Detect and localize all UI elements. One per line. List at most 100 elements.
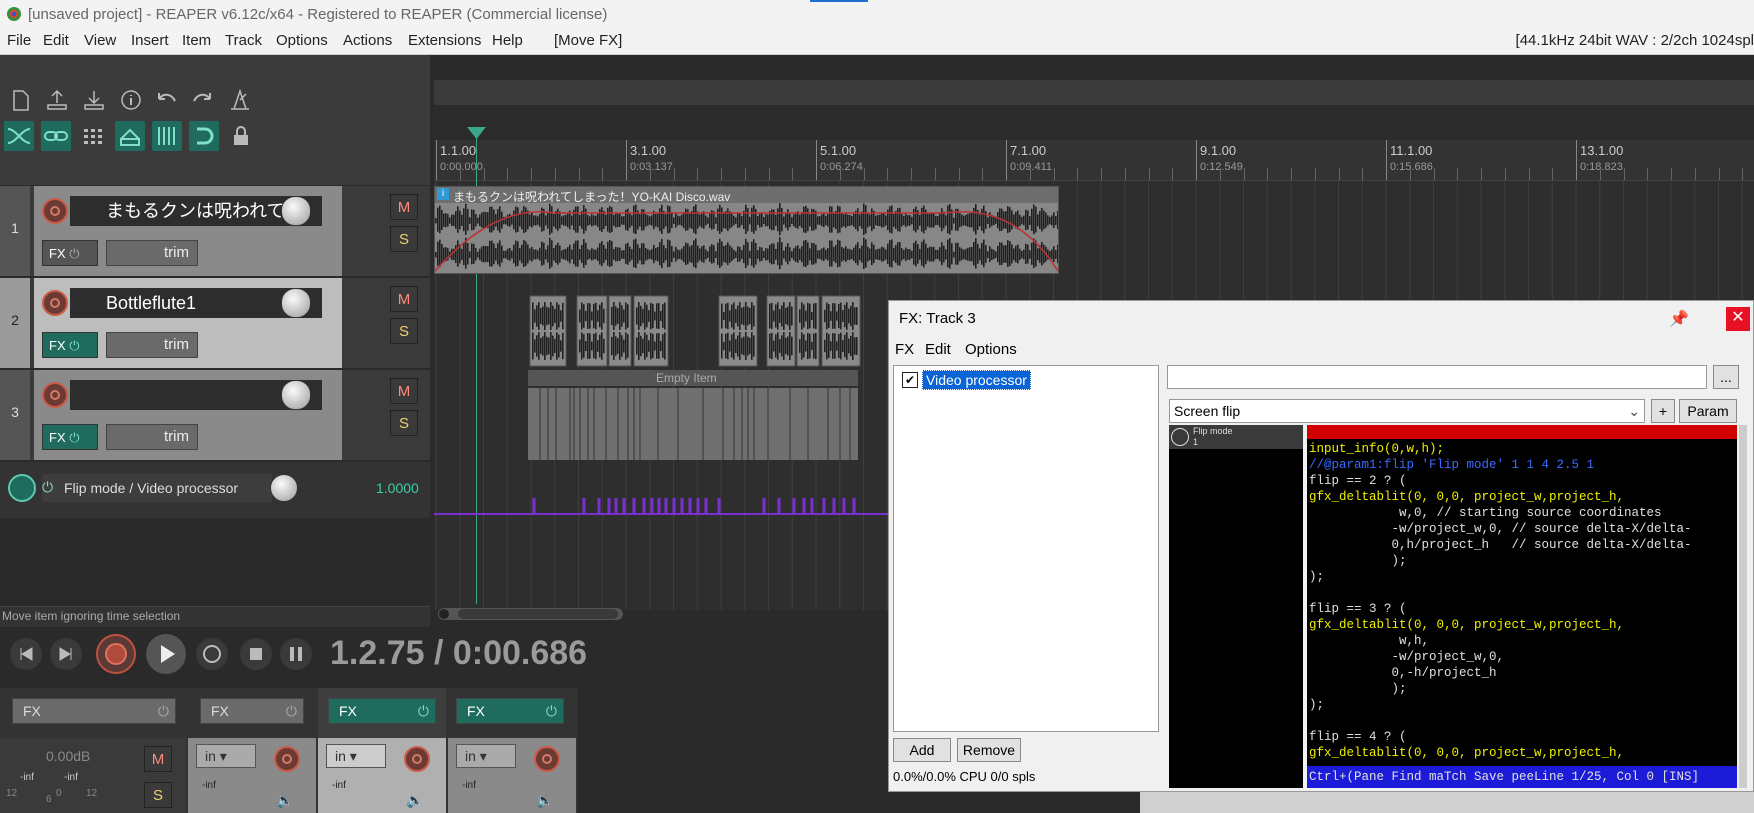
automation-mode-button[interactable]: trim <box>106 424 198 450</box>
volume-knob[interactable] <box>281 288 311 318</box>
metronome-icon[interactable] <box>225 85 255 115</box>
strip-3-fx-button[interactable]: FX ⏻ <box>456 698 564 724</box>
fx-chain-list[interactable]: ✔ Video processor <box>893 365 1159 732</box>
track-number[interactable]: 1 <box>0 186 30 276</box>
scrollbar-thumb[interactable] <box>458 609 618 619</box>
undo-icon[interactable] <box>151 85 181 115</box>
code-editor[interactable]: input_info(0,w,h); //@param1:flip 'Flip m… <box>1307 425 1737 788</box>
project-format[interactable]: [44.1kHz 24bit WAV : 2/2ch 1024spl <box>1516 32 1754 49</box>
mixer-strip-1[interactable]: in ▾ -inf 🔈 <box>188 738 316 813</box>
open-project-icon[interactable] <box>42 85 72 115</box>
fx-menu-fx[interactable]: FX <box>895 341 914 358</box>
solo-button[interactable]: S <box>390 410 418 436</box>
strip-record-arm-button[interactable] <box>534 746 560 772</box>
fx-bypass-icon[interactable]: ⏻ <box>69 430 79 445</box>
menu-help[interactable]: Help <box>492 32 523 49</box>
play-button[interactable] <box>146 634 186 674</box>
code-line[interactable]: gfx_deltablit(0, 0,0, project_w,project_… <box>1309 746 1624 760</box>
mixer-strip-2[interactable]: in ▾ -inf 🔈 <box>318 738 446 813</box>
automation-mode-button[interactable]: trim <box>106 240 198 266</box>
code-line[interactable]: ); <box>1309 698 1324 712</box>
track-2-header[interactable]: 2 Bottleflute1 FX ⏻ trim M S <box>0 278 430 368</box>
grid-toggle[interactable] <box>78 121 108 151</box>
ripple-edit-toggle[interactable] <box>4 121 34 151</box>
code-line[interactable]: -w/project_w,0, // source delta-X/delta- <box>1309 522 1692 536</box>
track-panel[interactable]: FX ⏻ trim <box>34 370 342 460</box>
menu-item[interactable]: Item <box>182 32 211 49</box>
transport-position[interactable]: 1.2.75 / 0:00.686 <box>330 634 587 673</box>
save-project-icon[interactable] <box>79 85 109 115</box>
timeline-ruler[interactable]: 1.1.00 0:00.000 3.1.00 0:03.137 5.1.00 0:06.2… <box>434 140 1754 181</box>
track-1-header[interactable]: 1 まもるクンは呪われて FX ⏻ trim M S <box>0 186 430 276</box>
item-info-icon[interactable]: i <box>437 188 449 200</box>
repeat-button[interactable] <box>196 638 228 670</box>
empty-items-area[interactable] <box>528 388 858 460</box>
track-number[interactable]: 3 <box>0 370 30 460</box>
code-line[interactable]: -w/project_w,0, <box>1309 650 1505 664</box>
speaker-icon[interactable]: 🔈 <box>536 792 553 809</box>
code-line[interactable]: w,0, // starting source coordinates <box>1309 506 1662 520</box>
strip-record-arm-button[interactable] <box>274 746 300 772</box>
fx-bypass-icon[interactable]: ⏻ <box>69 246 79 261</box>
preset-name-input[interactable] <box>1167 365 1707 389</box>
input-select[interactable]: in ▾ <box>456 744 516 768</box>
envelope-link-toggle[interactable] <box>115 121 145 151</box>
solo-button[interactable]: S <box>390 318 418 344</box>
stop-button[interactable] <box>240 638 272 670</box>
track-panel[interactable]: Bottleflute1 FX ⏻ trim <box>34 278 342 368</box>
strip-record-arm-button[interactable] <box>404 746 430 772</box>
record-arm-button[interactable] <box>42 382 68 408</box>
volume-knob[interactable] <box>281 196 311 226</box>
code-line[interactable]: w,h, <box>1309 634 1429 648</box>
scroll-left-button[interactable] <box>439 609 449 619</box>
menu-extensions[interactable]: Extensions <box>408 32 481 49</box>
item-grouping-toggle[interactable] <box>41 121 71 151</box>
track-fx-button[interactable]: FX ⏻ <box>42 424 98 450</box>
pin-icon[interactable]: 📌 <box>1669 309 1689 329</box>
strip-1-fx-button[interactable]: FX ⏻ <box>200 698 304 724</box>
code-line[interactable]: gfx_deltablit(0, 0,0, project_w,project_… <box>1309 490 1624 504</box>
mute-button[interactable]: M <box>390 286 418 312</box>
input-select[interactable]: in ▾ <box>196 744 256 768</box>
playhead-marker-icon[interactable] <box>467 127 486 139</box>
code-line[interactable]: ); <box>1309 554 1407 568</box>
fx-bypass-icon[interactable]: ⏻ <box>286 699 297 723</box>
mixer-strip-3[interactable]: in ▾ -inf 🔈 <box>448 738 576 813</box>
menu-insert[interactable]: Insert <box>131 32 169 49</box>
close-button[interactable]: ✕ <box>1726 307 1750 331</box>
snap-lines-toggle[interactable] <box>152 121 182 151</box>
menu-edit[interactable]: Edit <box>43 32 69 49</box>
input-select[interactable]: in ▾ <box>326 744 386 768</box>
horizontal-scrollbar[interactable] <box>438 608 623 620</box>
menu-options[interactable]: Options <box>276 32 328 49</box>
ruler-region-lane[interactable] <box>434 80 1754 105</box>
envelope-value[interactable]: 1.0000 <box>376 480 419 496</box>
go-to-start-button[interactable] <box>10 638 42 670</box>
solo-button[interactable]: S <box>390 226 418 252</box>
add-preset-button[interactable]: + <box>1651 399 1675 423</box>
preset-dropdown[interactable]: Screen flip ⌄ <box>1169 399 1645 423</box>
new-project-icon[interactable] <box>5 85 35 115</box>
menu-view[interactable]: View <box>84 32 116 49</box>
menu-actions[interactable]: Actions <box>343 32 392 49</box>
project-settings-icon[interactable] <box>116 85 146 115</box>
snap-toggle[interactable] <box>189 121 219 151</box>
add-fx-button[interactable]: Add <box>893 738 951 762</box>
redo-icon[interactable] <box>188 85 218 115</box>
strip-2-fx-button[interactable]: FX ⏻ <box>328 698 436 724</box>
track-fx-button[interactable]: FX ⏻ <box>42 332 98 358</box>
record-button[interactable] <box>96 634 136 674</box>
record-arm-button[interactable] <box>42 290 68 316</box>
menu-file[interactable]: File <box>7 32 31 49</box>
automation-mode-button[interactable]: trim <box>106 332 198 358</box>
envelope-bypass-icon[interactable]: ⏻ <box>42 479 53 496</box>
track-3-header[interactable]: 3 FX ⏻ trim M S <box>0 370 430 460</box>
param-button[interactable]: Param <box>1679 399 1737 423</box>
code-line[interactable]: flip == 3 ? ( <box>1309 602 1407 616</box>
fx-enable-checkbox[interactable]: ✔ <box>902 372 918 388</box>
lock-icon[interactable] <box>226 121 256 151</box>
midi-items-track-2[interactable] <box>434 278 864 368</box>
master-mute-button[interactable]: M <box>144 746 172 772</box>
record-arm-button[interactable] <box>42 198 68 224</box>
code-line[interactable]: ); <box>1309 682 1407 696</box>
